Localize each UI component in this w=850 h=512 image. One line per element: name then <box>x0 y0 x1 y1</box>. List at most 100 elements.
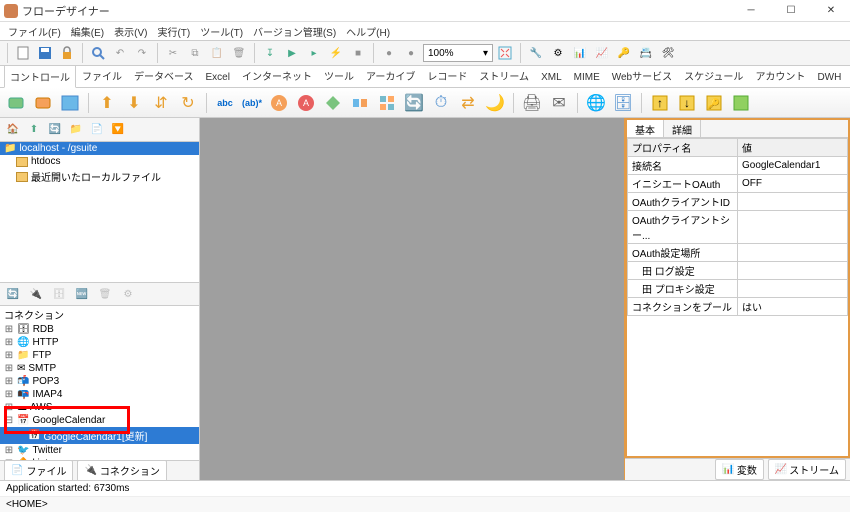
up-box[interactable]: ↑ <box>648 91 672 115</box>
conn-rdb[interactable]: ⊞🗄RDB <box>0 323 199 336</box>
node-cycle[interactable]: 🔄 <box>402 91 426 115</box>
search-button[interactable] <box>88 43 108 63</box>
newfile-icon[interactable]: 📄 <box>88 121 106 139</box>
tab-excel[interactable]: Excel <box>200 68 236 87</box>
menu-file[interactable]: ファイル(F) <box>4 24 65 39</box>
menu-version[interactable]: バージョン管理(S) <box>249 24 340 39</box>
tab-mime[interactable]: MIME <box>568 68 606 87</box>
zoom-select[interactable]: 100%▾ <box>423 44 493 62</box>
tab-stream[interactable]: ストリーム <box>473 64 535 87</box>
up-icon[interactable]: ⬆ <box>25 121 43 139</box>
tab-basic[interactable]: 基本 <box>627 120 664 137</box>
tab-connections[interactable]: 🔌コネクション <box>77 460 166 480</box>
tree-item[interactable]: htdocs <box>0 155 199 168</box>
conn-imap4[interactable]: ⊞📭IMAP4 <box>0 388 199 401</box>
conn-kintone[interactable]: ⊞🔶kintone <box>0 457 199 460</box>
menu-view[interactable]: 表示(V) <box>110 24 151 39</box>
prop-value[interactable] <box>738 244 848 262</box>
filter-icon[interactable]: 🔽 <box>109 121 127 139</box>
tab-variables[interactable]: 📊変数 <box>715 459 763 480</box>
conn-del-icon[interactable]: 🗑 <box>96 285 114 303</box>
tab-schedule[interactable]: スケジュール <box>678 64 749 87</box>
delete-button[interactable]: 🗑 <box>229 43 249 63</box>
conn-ftp[interactable]: ⊞📁FTP <box>0 349 199 362</box>
conn-aws[interactable]: ⊞☁AWS <box>0 401 199 414</box>
conn-twitter[interactable]: ⊞🐦Twitter <box>0 444 199 457</box>
prop-value[interactable] <box>738 211 848 244</box>
db-button[interactable]: 🗄 <box>611 91 635 115</box>
icon-c[interactable]: 📊 <box>570 43 590 63</box>
arrow-up[interactable]: ⬆ <box>95 91 119 115</box>
zoom-out-button[interactable]: ● <box>379 43 399 63</box>
prop-value[interactable]: はい <box>738 298 848 316</box>
menu-help[interactable]: ヘルプ(H) <box>342 24 394 39</box>
tab-webservice[interactable]: Webサービス <box>606 64 678 87</box>
tab-files[interactable]: 📄ファイル <box>4 460 73 480</box>
conn-pop3[interactable]: ⊞📬POP3 <box>0 375 199 388</box>
tree-item[interactable]: 最近開いたローカルファイル <box>0 168 199 185</box>
mail-button[interactable]: ✉ <box>547 91 571 115</box>
end-box[interactable] <box>729 91 753 115</box>
icon-e[interactable]: 🔑 <box>614 43 634 63</box>
newfolder-icon[interactable]: 📁 <box>67 121 85 139</box>
conn-new-icon[interactable]: 🆕 <box>73 285 91 303</box>
tab-internet[interactable]: インターネット <box>236 64 318 87</box>
lock-button[interactable] <box>57 43 77 63</box>
home-icon[interactable]: 🏠 <box>4 121 22 139</box>
cut-button[interactable]: ✂ <box>163 43 183 63</box>
arrow-merge[interactable]: ⇵ <box>149 91 173 115</box>
tab-database[interactable]: データベース <box>128 64 200 87</box>
var-abc[interactable]: abc <box>213 91 237 115</box>
conn-http[interactable]: ⊞🌐HTTP <box>0 336 199 349</box>
arrow-loop[interactable]: ↻ <box>176 91 200 115</box>
globe-button[interactable]: 🌐 <box>584 91 608 115</box>
conn-add-icon[interactable]: 🔌 <box>27 285 45 303</box>
tab-file[interactable]: ファイル <box>76 64 128 87</box>
icon-f[interactable]: 📇 <box>636 43 656 63</box>
tree-root[interactable]: 📁localhost - /gsuite <box>0 142 199 155</box>
node-transform[interactable] <box>348 91 372 115</box>
conn-smtp[interactable]: ⊞✉SMTP <box>0 362 199 375</box>
step-button[interactable]: ↧ <box>260 43 280 63</box>
prop-value[interactable]: OFF <box>738 175 848 193</box>
node-wait[interactable]: 🌙 <box>483 91 507 115</box>
menu-run[interactable]: 実行(T) <box>153 24 194 39</box>
conn-refresh-icon[interactable]: 🔄 <box>4 285 22 303</box>
math-b[interactable]: A <box>294 91 318 115</box>
key-box[interactable]: 🔑 <box>702 91 726 115</box>
debug-button[interactable]: ▸ <box>304 43 324 63</box>
node-green[interactable] <box>321 91 345 115</box>
design-canvas[interactable] <box>200 118 624 480</box>
comp-2[interactable] <box>31 91 55 115</box>
fast-button[interactable]: ⚡ <box>326 43 346 63</box>
icon-d[interactable]: 📈 <box>592 43 612 63</box>
maximize-button[interactable]: ☐ <box>776 2 806 20</box>
refresh-icon[interactable]: 🔄 <box>46 121 64 139</box>
tab-account[interactable]: アカウント <box>749 64 811 87</box>
prop-value[interactable]: GoogleCalendar1 <box>738 157 848 175</box>
prop-value[interactable] <box>738 280 848 298</box>
arrow-down[interactable]: ⬇ <box>122 91 146 115</box>
print-button[interactable]: 🖨 <box>520 91 544 115</box>
node-timer[interactable]: ⏱ <box>429 91 453 115</box>
icon-b[interactable]: ⚙ <box>548 43 568 63</box>
comp-1[interactable] <box>4 91 28 115</box>
icon-a[interactable]: 🔧 <box>526 43 546 63</box>
tab-dwh[interactable]: DWH <box>811 68 847 87</box>
icon-g[interactable]: 🛠 <box>658 43 678 63</box>
connection-tree[interactable]: コネクション ⊞🗄RDB ⊞🌐HTTP ⊞📁FTP ⊞✉SMTP ⊞📬POP3 … <box>0 306 199 460</box>
zoom-in-button[interactable]: ● <box>401 43 421 63</box>
tab-archive[interactable]: アーカイブ <box>360 64 421 87</box>
conn-opt-icon[interactable]: ⚙ <box>119 285 137 303</box>
prop-value[interactable] <box>738 262 848 280</box>
file-tree[interactable]: 📁localhost - /gsuite htdocs 最近開いたローカルファイ… <box>0 142 199 282</box>
stop-button[interactable]: ■ <box>348 43 368 63</box>
tab-streams[interactable]: 📈ストリーム <box>768 459 846 480</box>
node-switch[interactable]: ⇄ <box>456 91 480 115</box>
conn-googlecalendar1[interactable]: 📅GoogleCalendar1[更新] <box>0 427 199 444</box>
copy-button[interactable]: ⧉ <box>185 43 205 63</box>
tab-tool[interactable]: ツール <box>318 64 360 87</box>
comp-3[interactable] <box>58 91 82 115</box>
prop-value[interactable] <box>738 193 848 211</box>
menu-tool[interactable]: ツール(T) <box>196 24 247 39</box>
